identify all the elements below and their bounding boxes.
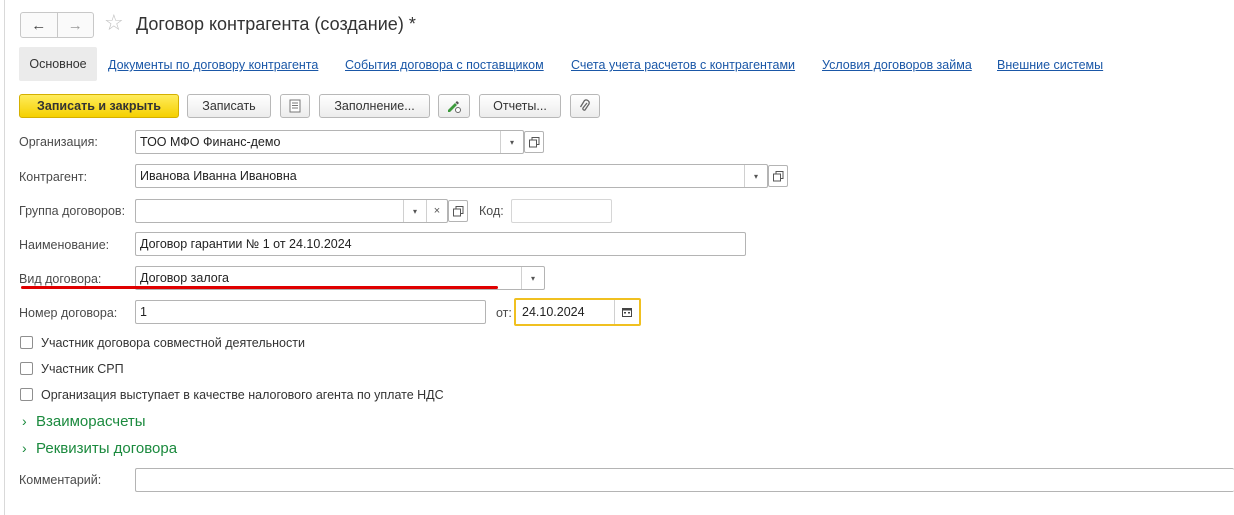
contract-group-label: Группа договоров: (19, 204, 126, 218)
tax-agent-checkbox[interactable] (20, 388, 33, 401)
nav-buttons: ← → (20, 12, 94, 38)
comment-field[interactable] (135, 468, 1234, 492)
open-window-icon (772, 170, 783, 181)
joint-activity-label: Участник договора совместной деятельност… (41, 336, 305, 350)
counterparty-open-button[interactable] (768, 165, 788, 187)
chevron-down-icon[interactable]: ▾ (500, 131, 523, 153)
save-button[interactable]: Записать (187, 94, 271, 118)
contract-number-field[interactable]: 1 (135, 300, 486, 324)
edit-button[interactable] (438, 94, 470, 118)
open-window-icon (528, 136, 539, 147)
contract-group-field[interactable]: ▾ × (135, 199, 448, 223)
window-edge (4, 0, 5, 515)
chevron-down-icon[interactable]: ▾ (744, 165, 767, 187)
chevron-down-icon[interactable]: ▾ (521, 267, 544, 289)
name-value: Договор гарантии № 1 от 24.10.2024 (140, 237, 352, 251)
chevron-right-icon: › (22, 440, 27, 456)
code-field (511, 199, 612, 223)
contract-group-open-button[interactable] (448, 200, 468, 222)
chevron-down-icon[interactable]: ▾ (403, 200, 426, 222)
group-settlements[interactable]: › Взаиморасчеты (22, 412, 146, 431)
tab-documents[interactable]: Документы по договору контрагента (108, 57, 318, 73)
reports-button[interactable]: Отчеты... (479, 94, 561, 118)
joint-activity-checkbox[interactable] (20, 336, 33, 349)
organization-open-button[interactable] (524, 131, 544, 153)
tab-events[interactable]: События договора с поставщиком (345, 57, 544, 73)
forward-icon[interactable]: → (56, 13, 94, 37)
comment-label: Комментарий: (19, 473, 102, 487)
psa-participant-checkbox[interactable] (20, 362, 33, 375)
counterparty-label: Контрагент: (19, 170, 88, 184)
contract-type-label: Вид договора: (19, 272, 102, 286)
page-title: Договор контрагента (создание) * (136, 14, 416, 34)
star-icon[interactable]: ☆ (104, 10, 124, 36)
counterparty-field[interactable]: Иванова Иванна Ивановна ▾ (135, 164, 768, 188)
pencil-icon (448, 101, 461, 113)
name-field[interactable]: Договор гарантии № 1 от 24.10.2024 (135, 232, 746, 256)
organization-label: Организация: (19, 135, 98, 149)
date-label: от: (496, 306, 512, 320)
tab-external-systems[interactable]: Внешние системы (997, 57, 1103, 73)
clear-icon[interactable]: × (426, 200, 447, 222)
chevron-right-icon: › (22, 413, 27, 429)
counterparty-value: Иванова Иванна Ивановна (140, 169, 297, 183)
fill-button[interactable]: Заполнение... (319, 94, 430, 118)
name-label: Наименование: (19, 238, 110, 252)
date-field[interactable]: 24.10.2024 (514, 298, 641, 326)
attach-button[interactable] (570, 94, 600, 118)
tax-agent-label: Организация выступает в качестве налогов… (41, 388, 444, 402)
calendar-icon[interactable] (614, 300, 639, 324)
tab-loan-terms[interactable]: Условия договоров займа (822, 57, 972, 73)
date-value: 24.10.2024 (522, 305, 585, 319)
back-icon[interactable]: ← (21, 13, 57, 37)
paperclip-icon (579, 99, 590, 111)
group-contract-details-label: Реквизиты договора (36, 440, 178, 457)
contract-number-value: 1 (140, 305, 147, 319)
red-underline-highlight (21, 286, 498, 289)
document-list-button[interactable] (280, 94, 310, 118)
contract-type-value: Договор залога (140, 271, 229, 285)
tab-accounts[interactable]: Счета учета расчетов с контрагентами (571, 57, 795, 73)
organization-value: ТОО МФО Финанс-демо (140, 135, 281, 149)
document-icon (289, 99, 301, 113)
group-settlements-label: Взаиморасчеты (36, 413, 146, 430)
open-window-icon (452, 205, 463, 216)
code-label: Код: (479, 204, 504, 218)
save-and-close-button[interactable]: Записать и закрыть (19, 94, 179, 118)
organization-field[interactable]: ТОО МФО Финанс-демо ▾ (135, 130, 524, 154)
group-contract-details[interactable]: › Реквизиты договора (22, 439, 177, 458)
psa-participant-label: Участник СРП (41, 362, 124, 376)
contract-number-label: Номер договора: (19, 306, 118, 320)
tab-main[interactable]: Основное (19, 47, 97, 81)
